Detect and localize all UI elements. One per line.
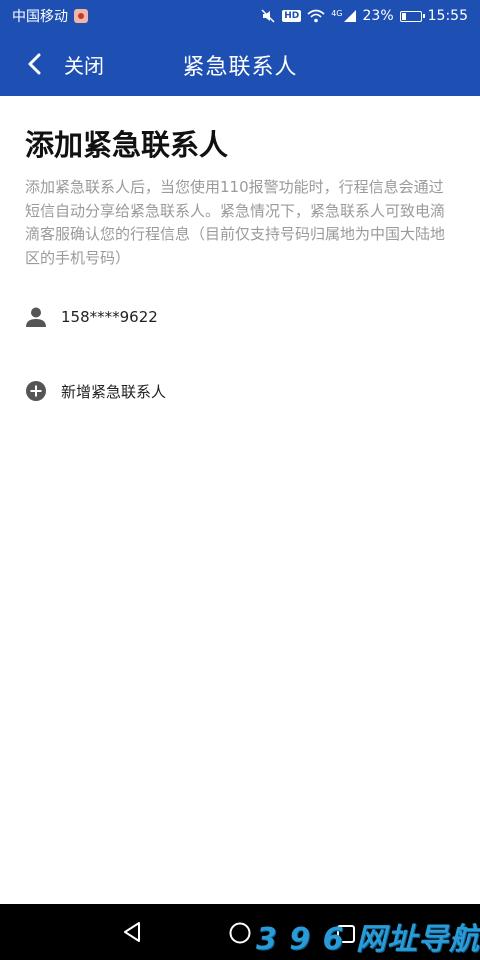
add-contact-button[interactable]: 新增紧急联系人 <box>25 378 166 404</box>
status-left: 中国移动 <box>12 6 88 26</box>
network-type: 4G <box>331 9 343 18</box>
notification-app-icon <box>74 9 88 23</box>
triangle-back-icon <box>124 922 140 942</box>
cellular-indicator: 4G <box>331 9 356 23</box>
carrier-name: 中国移动 <box>12 9 68 25</box>
signal-icon <box>343 9 357 23</box>
status-time: 15:55 <box>427 8 468 24</box>
hd-badge: HD <box>282 10 302 22</box>
battery-icon <box>399 10 425 22</box>
mute-icon <box>260 8 276 24</box>
battery-percent: 23% <box>362 8 394 24</box>
circle-home-icon <box>229 922 251 944</box>
add-contact-label: 新增紧急联系人 <box>61 382 167 401</box>
status-right: HD 4G 23% 15:55 <box>260 8 468 24</box>
description-text: 添加紧急联系人后，当您使用110报警功能时，行程信息会通过短信自动分享给紧急联系… <box>25 178 446 267</box>
add-circle-icon <box>26 381 46 401</box>
page-header-title: 紧急联系人 <box>182 55 298 80</box>
watermark-logo: 3 9 6 网址导航 <box>256 922 480 957</box>
contact-item[interactable]: 158****9622 <box>25 304 158 330</box>
nav-back-button[interactable] <box>120 920 144 948</box>
page-title: 添加紧急联系人 <box>25 128 229 162</box>
app-bar: 关闭 紧急联系人 <box>0 32 480 96</box>
status-bar: 中国移动 HD 4G 23% 15:55 <box>0 0 480 32</box>
nav-home-button[interactable] <box>228 921 252 949</box>
contact-phone: 158****9622 <box>61 308 158 326</box>
person-icon <box>26 307 46 327</box>
wifi-icon <box>307 9 325 23</box>
